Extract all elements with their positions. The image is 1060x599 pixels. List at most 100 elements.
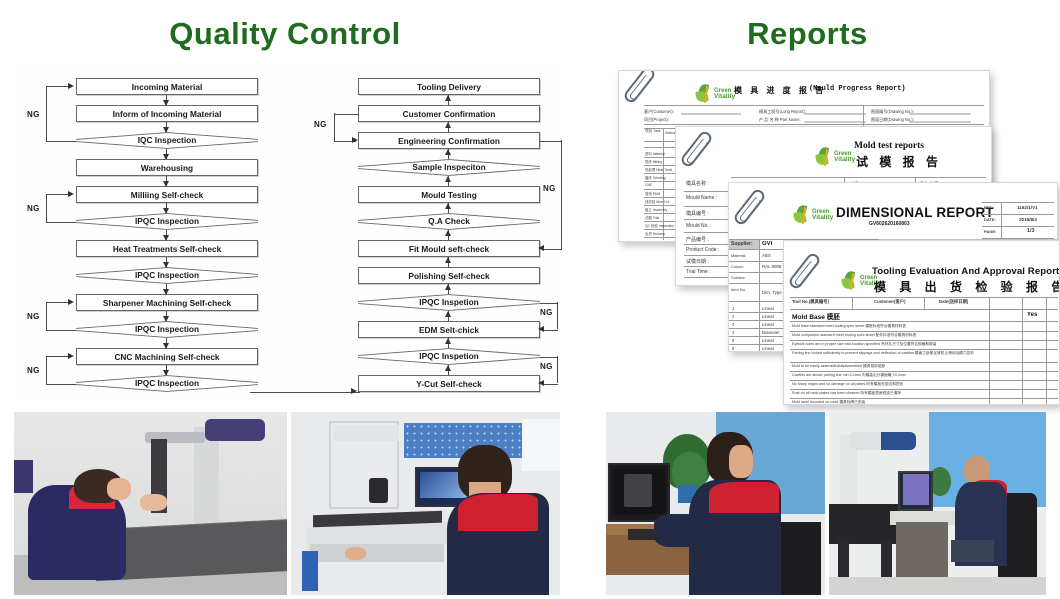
doc-field: Product Code : bbox=[686, 247, 720, 253]
flowchart-left-column: Incoming Material Inform of Incoming Mat… bbox=[22, 66, 270, 400]
supplier-value: GVI bbox=[762, 241, 773, 247]
table-cell: Lineal bbox=[762, 322, 774, 327]
flow-node-edm-self-check: EDM Selt-chick bbox=[358, 321, 540, 338]
photo-vision-measuring[interactable] bbox=[291, 412, 560, 595]
doc-field: 模具工程号(Long Report): bbox=[759, 109, 806, 114]
arrow-up-icon bbox=[444, 203, 451, 209]
flow-node-ipqc-inspection-2: IPQC Inspection bbox=[76, 267, 258, 284]
doc-field: 试模日期 : bbox=[686, 259, 709, 265]
arrow-up-icon bbox=[444, 257, 451, 263]
doc-field: Customer(客户) bbox=[874, 299, 906, 304]
photo-content bbox=[606, 412, 825, 595]
page-title-reports: Reports bbox=[747, 16, 868, 51]
flow-node-qa-check: Q.A Check bbox=[358, 213, 540, 230]
flow-connector bbox=[46, 86, 70, 87]
flow-connector bbox=[46, 356, 70, 357]
ng-label: NG bbox=[27, 312, 40, 321]
table-cell: 3 bbox=[732, 322, 735, 327]
leaf-logo-icon bbox=[841, 270, 859, 291]
doc-field: Trial Time : bbox=[686, 269, 711, 275]
arrow-right-icon bbox=[68, 298, 74, 305]
leaf-logo-icon bbox=[695, 83, 713, 104]
checklist-item: Eyebolt holes are in proper size and loc… bbox=[792, 342, 937, 346]
doc-field: 图面编号(Drawing No.): bbox=[871, 109, 914, 114]
doc-field: 客户(Customer): bbox=[644, 109, 674, 114]
flow-node-ipqc-inspetion-1: IPQC Inspetion bbox=[358, 294, 540, 311]
green-vitality-logo: Green Vitality bbox=[793, 204, 833, 225]
flow-connector bbox=[46, 194, 70, 195]
table-row-label: 铣床 Milling bbox=[645, 160, 663, 164]
table-row-label: 组立 Assembly bbox=[645, 208, 668, 212]
checklist-item: Mold base standard meet tooling spec she… bbox=[792, 324, 906, 328]
flow-node-fit-mould-self-check: Fit Mould seft-check bbox=[358, 240, 540, 257]
doc-field: 产 品 名 称 Part Name: bbox=[759, 117, 801, 122]
flow-node-polishing-self-check: Polishing Self-check bbox=[358, 267, 540, 284]
doc-title-en: DIMENSIONAL REPORT bbox=[836, 205, 994, 220]
table-row-label: 进料 Material bbox=[645, 152, 665, 156]
table-header: Status bbox=[665, 131, 676, 135]
ng-label: NG bbox=[540, 308, 553, 317]
arrow-right-icon bbox=[68, 190, 74, 197]
photo-cmm-room[interactable] bbox=[829, 412, 1046, 595]
table-cell: Lineal bbox=[762, 306, 774, 311]
ng-label: NG bbox=[314, 120, 327, 129]
photo-cmm-inspection[interactable] bbox=[14, 412, 287, 595]
flow-node-cnc-machining-self-check: CNC Machining Self-check bbox=[76, 348, 258, 365]
table-cell: 1 bbox=[732, 306, 735, 311]
doc-field: Material: bbox=[731, 253, 747, 258]
flow-connector bbox=[544, 248, 562, 250]
meta-value: 1/3 bbox=[1027, 228, 1035, 234]
flow-node-engineering-confirmation: Engineering Confirmation bbox=[358, 132, 540, 149]
arrow-up-icon bbox=[444, 365, 451, 371]
arrow-right-icon bbox=[352, 137, 358, 143]
table-cell: Lineal bbox=[762, 346, 774, 351]
doc-field: Colour: bbox=[731, 264, 744, 269]
doc-title-en: (Mould Progress Report) bbox=[809, 85, 906, 93]
reports-document-stack: Green Vitality 模 具 进 度 报 告 (Mould Progre… bbox=[600, 58, 1060, 405]
flow-connector bbox=[540, 140, 562, 142]
quality-control-reports-page: Quality Control Reports Incoming Materia… bbox=[0, 0, 1060, 599]
doc-field: 模具名称 : bbox=[686, 181, 709, 187]
arrow-up-icon bbox=[444, 95, 451, 101]
flow-connector bbox=[46, 302, 70, 303]
table-row-label: 热处理 Heat Treat bbox=[645, 168, 672, 172]
flow-node-milling-self-check: Milliing Self-check bbox=[76, 186, 258, 203]
paper-clip-icon bbox=[732, 187, 767, 227]
leaf-logo-icon bbox=[793, 204, 811, 225]
doc-field: Mould Name : bbox=[686, 195, 718, 201]
flow-node-ipqc-inspection-4: IPQC Inspection bbox=[76, 375, 258, 392]
flow-node-y-cut-self-check: Y-Cut Self-check bbox=[358, 375, 540, 392]
flow-node-customer-confirmation: Customer Confirmation bbox=[358, 105, 540, 122]
meta-label: PAGE: bbox=[984, 229, 997, 234]
doc-field: 图面日期(Drawing No.): bbox=[871, 117, 914, 122]
arrow-up-icon bbox=[444, 230, 451, 236]
flow-connector bbox=[46, 194, 47, 222]
ng-label: NG bbox=[540, 362, 553, 371]
doc-field: Tool No.(模具编号) bbox=[792, 299, 829, 304]
meta-label: REF.: bbox=[984, 205, 994, 210]
arrow-up-icon bbox=[444, 338, 451, 344]
checklist-item: Rust on all mold plates has been cleaned… bbox=[792, 391, 902, 395]
doc-value: RAL 9005 bbox=[762, 264, 782, 269]
meta-value: 2016/8/3 bbox=[1019, 217, 1037, 222]
photo-cad-workstation[interactable] bbox=[606, 412, 825, 595]
flow-connector bbox=[46, 329, 76, 331]
flow-connector bbox=[561, 140, 562, 249]
checklist-item: Mold label mounted on mold 模具标牌已安装 bbox=[792, 400, 866, 404]
flow-node-ipqc-inspection-3: IPQC Inspection bbox=[76, 321, 258, 338]
table-row-label: 磨床 Grinding bbox=[645, 176, 666, 180]
checklist-item: No sharp edges and no damage on all plat… bbox=[792, 382, 904, 386]
table-cell: 5 bbox=[732, 338, 735, 343]
document-tooling-evaluation-report[interactable]: Green Vitality Tooling Evaluation And Ap… bbox=[783, 240, 1060, 405]
photo-content bbox=[14, 412, 287, 595]
flow-connector bbox=[557, 356, 558, 383]
flow-node-tooling-delivery: Tooling Delivery bbox=[358, 78, 540, 95]
table-cell: Diameter bbox=[762, 330, 780, 335]
meta-label: DATE: bbox=[984, 217, 996, 222]
doc-field: Date(送样日期) bbox=[939, 299, 969, 304]
doc-field: 产品编号 : bbox=[686, 237, 709, 243]
section-title: Mold Base 模胚 bbox=[792, 314, 840, 321]
flow-connector bbox=[334, 113, 358, 115]
flow-node-iqc-inspection: IQC Inspection bbox=[76, 132, 258, 149]
doc-number: GV602620160803 bbox=[869, 221, 910, 227]
